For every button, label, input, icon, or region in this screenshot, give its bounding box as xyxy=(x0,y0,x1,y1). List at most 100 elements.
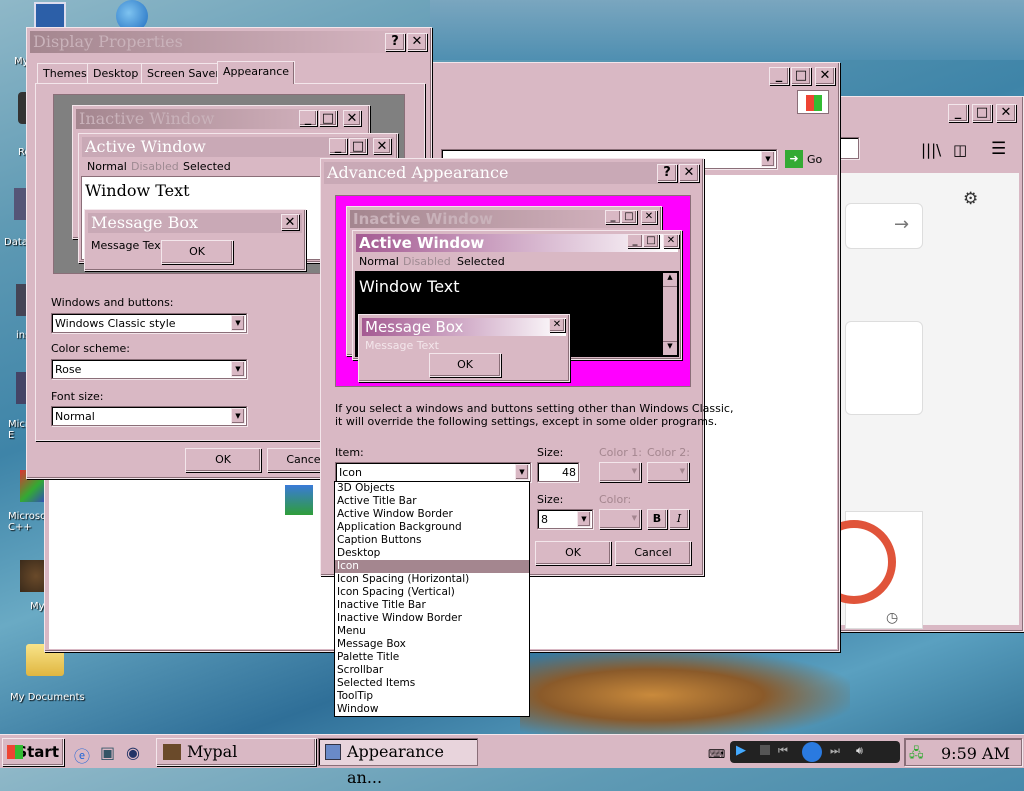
chevron-down-icon[interactable]: ▼ xyxy=(761,151,775,167)
font-size-value: 8 xyxy=(541,513,548,526)
player-icon[interactable]: ◉ xyxy=(126,743,140,762)
tab-appearance[interactable]: Appearance xyxy=(217,61,296,84)
tab-desktop[interactable]: Desktop xyxy=(87,63,145,83)
task-appearance[interactable]: Appearance an... xyxy=(318,738,478,787)
font-size-select[interactable]: 8 ▼ xyxy=(537,509,593,529)
browser-window-right[interactable]: _ □ ✕ |||\ ◫ ☰ ⚙ → ◷ xyxy=(812,96,1024,632)
media-player-toolbar[interactable]: ▶ ⏮ ⏭ 🔊︎ xyxy=(730,741,900,763)
chevron-down-icon[interactable]: ▼ xyxy=(577,511,591,527)
color1-label: Color 1: xyxy=(599,446,642,459)
desktop-icon-label[interactable]: My xyxy=(30,601,45,612)
mypal-icon xyxy=(163,744,181,760)
task-label: Mypal xyxy=(187,742,238,761)
go-label[interactable]: Go xyxy=(807,153,822,166)
close-icon: ✕ xyxy=(343,110,361,126)
italic-button[interactable]: I xyxy=(669,509,689,529)
next-icon[interactable]: ⏭ xyxy=(830,744,840,758)
item-select[interactable]: Icon ▼ xyxy=(335,462,531,482)
minimize-button[interactable]: _ xyxy=(948,104,968,122)
close-button[interactable]: ✕ xyxy=(815,67,835,85)
library-icon[interactable]: |||\ xyxy=(921,141,941,159)
maximize-icon: □ xyxy=(621,210,637,224)
network-status-icon[interactable]: 🖧︎ xyxy=(909,744,924,766)
previous-icon[interactable]: ⏮ xyxy=(778,744,788,758)
color1-picker: ▼ xyxy=(599,462,641,482)
maximize-button[interactable]: □ xyxy=(791,67,811,85)
chevron-down-icon[interactable]: ▼ xyxy=(231,361,245,377)
ok-button[interactable]: OK xyxy=(535,541,611,565)
adv-window-text: Window Text xyxy=(359,277,460,296)
clock-icon[interactable]: ◷ xyxy=(886,610,898,626)
display-icon xyxy=(325,744,341,760)
stop-icon[interactable] xyxy=(760,745,770,755)
tab-screen-saver[interactable]: Screen Saver xyxy=(141,63,226,83)
item-option[interactable]: Window xyxy=(335,703,529,716)
menu-icon[interactable]: ☰ xyxy=(991,139,1006,159)
tab-themes[interactable]: Themes xyxy=(37,63,93,83)
close-icon: ✕ xyxy=(281,214,299,230)
item-option[interactable]: Palette Title xyxy=(335,651,529,664)
close-button[interactable]: ✕ xyxy=(679,164,699,182)
search-box[interactable]: → xyxy=(845,203,923,249)
cancel-button[interactable]: Cancel xyxy=(615,541,691,565)
font-size-select[interactable]: Normal ▼ xyxy=(51,406,247,426)
minimize-button[interactable]: _ xyxy=(769,67,789,85)
ie-icon[interactable]: ⓔ xyxy=(74,743,90,767)
item-option[interactable]: Inactive Title Bar xyxy=(335,599,529,612)
item-option[interactable]: ToolTip xyxy=(335,690,529,703)
item-value: Icon xyxy=(339,466,362,479)
chevron-down-icon[interactable]: ▼ xyxy=(231,408,245,424)
maximize-button[interactable]: □ xyxy=(972,104,992,122)
item-option[interactable]: Selected Items xyxy=(335,677,529,690)
chevron-down-icon[interactable]: ▼ xyxy=(231,315,245,331)
size-value: 48 xyxy=(562,466,576,479)
play-pause-icon[interactable] xyxy=(802,742,822,762)
start-button[interactable]: Start xyxy=(2,738,64,766)
arrow-right-icon[interactable]: → xyxy=(894,214,909,235)
task-mypal[interactable]: Mypal xyxy=(156,738,316,766)
item-option[interactable]: Desktop xyxy=(335,547,529,560)
font-size-value: Normal xyxy=(55,410,95,423)
chevron-down-icon[interactable]: ▼ xyxy=(515,464,529,480)
item-option[interactable]: 3D Objects xyxy=(335,482,529,495)
bold-button[interactable]: B xyxy=(647,509,667,529)
gear-icon[interactable]: ⚙ xyxy=(963,189,978,209)
item-option[interactable]: Menu xyxy=(335,625,529,638)
close-button[interactable]: ✕ xyxy=(996,104,1016,122)
item-option[interactable]: Caption Buttons xyxy=(335,534,529,547)
adv-preview-ok-button: OK xyxy=(429,353,501,377)
item-dropdown-list[interactable]: 3D Objects Active Title Bar Active Window … xyxy=(334,481,530,717)
item-option[interactable]: Active Title Bar xyxy=(335,495,529,508)
clock[interactable]: 9:59 AM xyxy=(941,744,1010,763)
item-option[interactable]: Icon Spacing (Vertical) xyxy=(335,586,529,599)
color-scheme-select[interactable]: Rose ▼ xyxy=(51,359,247,379)
play-icon[interactable]: ▶ xyxy=(736,743,746,758)
help-button[interactable]: ? xyxy=(657,164,677,182)
item-option[interactable]: Icon Spacing (Horizontal) xyxy=(335,573,529,586)
volume-icon[interactable]: 🔊︎ xyxy=(856,744,863,758)
windows-buttons-select[interactable]: Windows Classic style ▼ xyxy=(51,313,247,333)
item-label: Item: xyxy=(335,446,364,459)
item-option[interactable]: Application Background xyxy=(335,521,529,534)
item-option[interactable]: Scrollbar xyxy=(335,664,529,677)
media-icon[interactable]: ▣ xyxy=(100,743,115,762)
item-option[interactable]: Message Box xyxy=(335,638,529,651)
close-button[interactable]: ✕ xyxy=(407,33,427,51)
desktop-icon-label[interactable]: My Documents xyxy=(10,692,85,703)
preview-menu-selected: Selected xyxy=(183,160,231,173)
sidebar-icon[interactable]: ◫ xyxy=(953,141,967,159)
keyboard-icon[interactable]: ⌨ xyxy=(708,747,725,761)
ok-button[interactable]: OK xyxy=(185,448,261,472)
help-button[interactable]: ? xyxy=(385,33,405,51)
adv-scrollbar: ▲ ▼ xyxy=(663,273,677,355)
item-option[interactable]: Active Window Border xyxy=(335,508,529,521)
desktop-icon-label[interactable]: Data xyxy=(4,237,28,248)
minimize-icon: _ xyxy=(627,234,643,248)
go-arrow-icon[interactable]: ➜ xyxy=(785,150,803,168)
font-size-label: Size: xyxy=(537,493,564,506)
adv-message-box: Message Box ✕ Message Text OK xyxy=(358,314,570,382)
size-spinner[interactable]: 48 xyxy=(537,462,579,482)
adv-menu-normal: Normal xyxy=(359,255,399,268)
item-option[interactable]: Inactive Window Border xyxy=(335,612,529,625)
item-option[interactable]: Icon xyxy=(335,560,529,573)
